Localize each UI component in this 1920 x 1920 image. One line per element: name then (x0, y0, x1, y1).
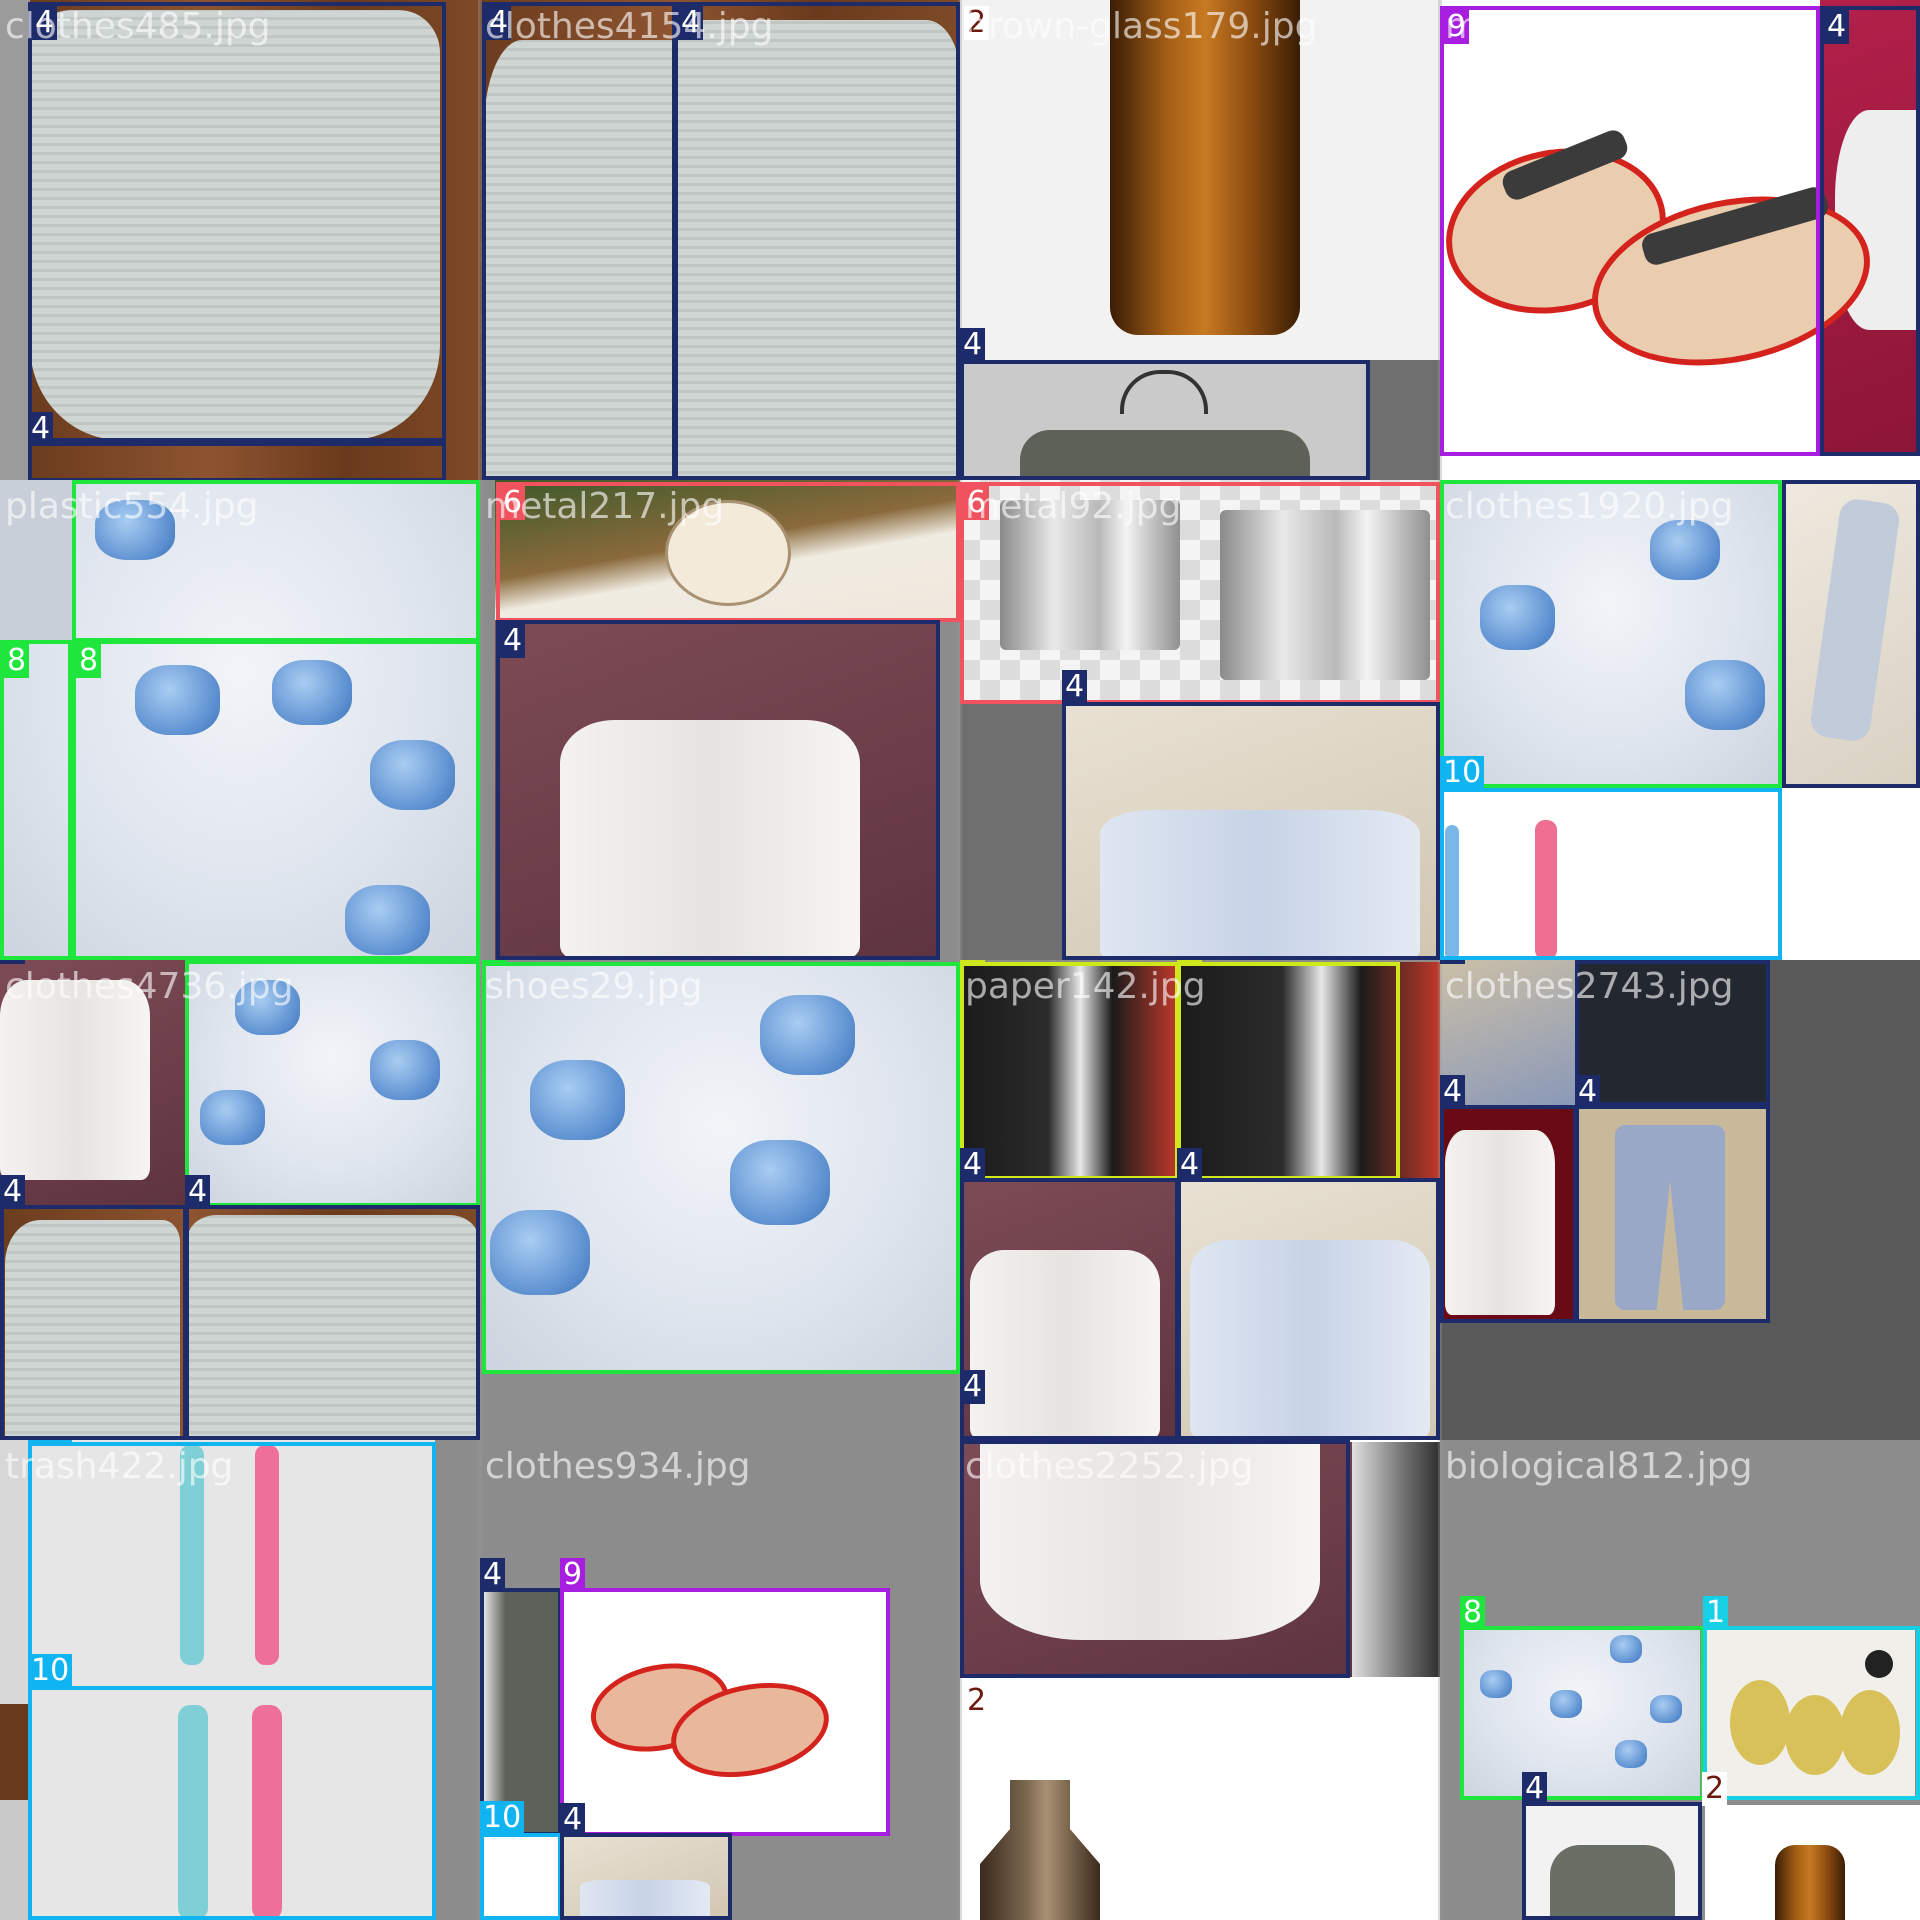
class-label: 8 (1440, 480, 1466, 484)
detection-box: 4 (480, 1558, 562, 1836)
tile-filename: paper142.jpg (965, 966, 1206, 1007)
class-label: 4 (1522, 1772, 1548, 1806)
class-label: 9 (560, 1558, 586, 1592)
class-label: 4 (560, 1803, 586, 1837)
tile-trash422: 10 10 trash422.jpg (0, 1440, 480, 1920)
class-label: 4 (480, 1558, 506, 1592)
detection-box: 8 (0, 640, 72, 960)
tile-clothes1920: 8 4 10 clothes1920.jpg (1440, 480, 1920, 960)
detection-box: 4 (1575, 1075, 1770, 1323)
detection-box: 10 (480, 1801, 562, 1920)
tile-brown-glass179: 2 4 brown-glass179.jpg (960, 0, 1440, 480)
class-label: 1 (1703, 1596, 1729, 1630)
detection-box: 4 (1782, 480, 1920, 788)
detection-box: 4 (960, 328, 1370, 480)
class-label: 4 (960, 1370, 986, 1404)
detection-box: 9 (560, 1558, 890, 1836)
class-label: 4 (1575, 1075, 1601, 1109)
class-label: 8 (72, 480, 98, 482)
tile-clothes2743: 4 4 4 4 clothes2743.jpg (1440, 960, 1920, 1440)
tile-metal525: 9 4 metal525.jpg (1440, 0, 1920, 480)
detection-box: 4 (482, 2, 676, 480)
tile-biological812: 8 1 4 2 biological812.jpg (1440, 1440, 1920, 1920)
class-label: 10 (480, 1801, 525, 1835)
detection-box: 10 (28, 1654, 436, 1920)
class-label: 2 (1702, 1772, 1728, 1806)
class-label: 8 (1460, 1596, 1486, 1630)
tile-clothes4736: 8 4 4 4 clothes4736.jpg (0, 960, 480, 1440)
tile-filename: metal217.jpg (485, 486, 725, 527)
class-label: 8 (4, 644, 30, 678)
detection-box: 10 (1440, 756, 1782, 960)
class-label: 4 (1575, 960, 1601, 964)
detection-box: 4 (1440, 1075, 1577, 1323)
detection-box: 4 (185, 1175, 480, 1440)
tile-shoes29: 8 shoes29.jpg (480, 960, 960, 1440)
class-label: 4 (1782, 480, 1808, 484)
class-label: 10 (28, 1440, 73, 1444)
class-label: 4 (185, 1175, 211, 1209)
detection-box: 9 (1440, 6, 1820, 456)
class-label: 4 (1440, 960, 1466, 964)
detection-box: 4 (1820, 6, 1920, 456)
detection-box: 4 (1522, 1772, 1702, 1920)
detection-box: 7 (1177, 960, 1400, 1180)
detection-box: 4 (960, 1370, 986, 1440)
tile-filename: clothes4154.jpg (485, 6, 774, 47)
class-label: 4 (960, 1148, 986, 1182)
detection-box: 8 (72, 640, 480, 960)
tile-filename: metal525.jpg (1445, 6, 1685, 47)
detection-box: 4 (496, 620, 940, 960)
tile-filename: clothes934.jpg (485, 1446, 751, 1487)
class-label: 8 (185, 960, 211, 964)
class-label: 10 (1440, 756, 1485, 790)
tile-paper142: 7 7 4 4 4 paper142.jpg (960, 960, 1440, 1440)
tile-filename: shoes29.jpg (485, 966, 703, 1007)
tile-metal92: 6 4 metal92.jpg (960, 480, 1440, 960)
tile-clothes934: 4 9 10 4 clothes934.jpg (480, 1440, 960, 1920)
tile-filename: clothes2743.jpg (1445, 966, 1734, 1007)
tile-filename: clothes485.jpg (5, 6, 271, 47)
detection-box: 4 (0, 1175, 187, 1440)
class-label: 4 (28, 412, 54, 446)
tile-clothes485: 4 4 clothes485.jpg (0, 0, 480, 480)
class-label: 4 (1062, 670, 1088, 704)
class-label: 4 (960, 328, 986, 362)
tile-filename: clothes2252.jpg (965, 1446, 1254, 1487)
tile-filename: plastic554.jpg (5, 486, 259, 527)
tile-metal217: 6 4 metal217.jpg (480, 480, 960, 960)
detection-box: 2 (1702, 1772, 1920, 1920)
detection-box: 4 (960, 1148, 1179, 1440)
image-mosaic: 4 4 clothes485.jpg 4 4 clothes4154.jpg 2… (0, 0, 1920, 1920)
tile-filename: clothes1920.jpg (1445, 486, 1734, 527)
class-label: 4 (500, 624, 526, 658)
detection-box: 4 (560, 1803, 732, 1920)
tile-plastic554: 8 8 8 plastic554.jpg (0, 480, 480, 960)
tile-filename: brown-glass179.jpg (965, 6, 1318, 47)
class-label: 4 (1177, 1148, 1203, 1182)
detection-box: 8 (1460, 1596, 1705, 1800)
detection-box: 4 (28, 2, 446, 442)
detection-box: 4 (28, 412, 446, 480)
class-label: 4 (0, 960, 26, 964)
detection-box: 4 (674, 2, 960, 480)
class-label: 4 (1824, 10, 1850, 44)
detection-box: 8 (482, 960, 960, 1374)
detection-box: 4 (1062, 670, 1440, 960)
tile-clothes4154: 4 4 clothes4154.jpg (480, 0, 960, 480)
detection-box: 1 (1703, 1596, 1920, 1800)
class-label: 2 (964, 1684, 990, 1718)
class-label: 8 (76, 644, 102, 678)
class-label: 10 (28, 1654, 73, 1688)
detection-box: 4 (1177, 1148, 1440, 1440)
tile-filename: metal92.jpg (965, 486, 1182, 527)
detection-box: 2 (960, 1676, 1440, 1920)
tile-filename: biological812.jpg (1445, 1446, 1753, 1487)
tile-filename: clothes4736.jpg (5, 966, 294, 1007)
tile-filename: trash422.jpg (5, 1446, 234, 1487)
tile-clothes2252: 2 clothes2252.jpg (960, 1440, 1440, 1920)
